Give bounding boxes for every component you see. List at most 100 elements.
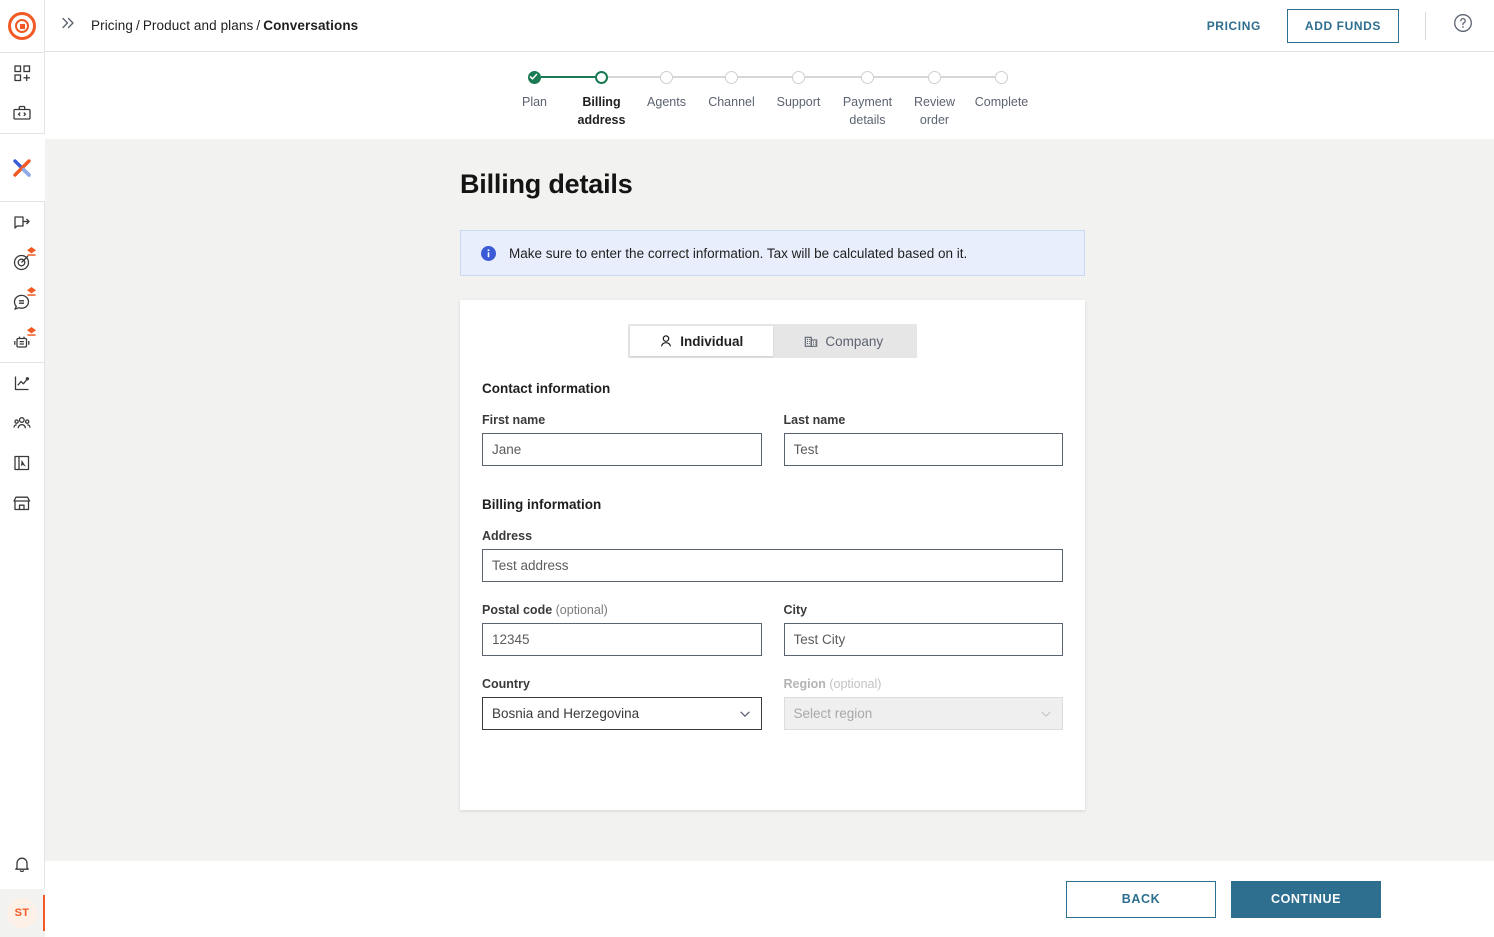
- stepper-step-payment-details: Payment details: [831, 68, 904, 129]
- sidebar-item-developer-toolbox[interactable]: [0, 93, 45, 133]
- country-select[interactable]: Bosnia and Herzegovina: [482, 697, 762, 730]
- continue-button[interactable]: CONTINUE: [1231, 880, 1381, 918]
- info-banner: Make sure to enter the correct informati…: [460, 230, 1085, 276]
- apps-add-icon: [13, 64, 32, 83]
- stepper-connector: [965, 76, 995, 78]
- stepper-node-row: [831, 68, 904, 86]
- checkout-stepper: Plan Billing address Agents Channel Support P…: [45, 52, 1494, 139]
- postal-code-optional-tag: (optional): [552, 603, 608, 617]
- sidebar-item-marketplace[interactable]: [0, 483, 45, 523]
- stepper-node-done[interactable]: [528, 70, 541, 84]
- stepper-node-row: [965, 68, 1038, 86]
- stepper-label: Channel: [708, 95, 755, 109]
- chevron-down-icon: [1039, 707, 1053, 721]
- stepper-step-billing-address[interactable]: Billing address: [567, 68, 636, 129]
- cursor-panel-icon: [12, 453, 32, 473]
- stepper-connector: [608, 76, 636, 78]
- stepper-step-complete: Complete: [965, 68, 1038, 129]
- sidebar-expand-toggle[interactable]: [45, 14, 91, 37]
- breadcrumb-item-conversations: Conversations: [263, 18, 359, 33]
- sidebar-item-livechat-x[interactable]: [0, 134, 45, 201]
- wizard-footer: BACK CONTINUE: [45, 861, 1494, 937]
- stepper-node-row: [635, 68, 698, 86]
- city-input[interactable]: [783, 623, 1063, 656]
- postal-code-field: Postal code (optional): [482, 603, 762, 656]
- tab-individual[interactable]: Individual: [630, 326, 773, 356]
- region-select: Select region: [783, 697, 1063, 730]
- name-row: First name Last name: [482, 413, 1063, 487]
- sidebar-item-apps-add[interactable]: [0, 53, 45, 93]
- first-name-field: First name: [482, 413, 762, 466]
- address-input[interactable]: [482, 549, 1063, 582]
- marketplace-store-icon: [12, 493, 32, 513]
- left-sidebar: ST: [0, 0, 45, 937]
- sidebar-item-chatbot[interactable]: [0, 322, 45, 362]
- top-bar: Pricing / Product and plans / Conversations …: [45, 0, 1494, 52]
- help-button[interactable]: [1452, 12, 1474, 39]
- sidebar-group-2: [0, 134, 45, 201]
- billing-details-card: Individual Company Contact information F…: [460, 300, 1085, 810]
- postal-code-input[interactable]: [482, 623, 762, 656]
- address-row: Address: [482, 529, 1063, 603]
- chevron-double-right-icon: [59, 14, 77, 37]
- analytics-chart-icon: [12, 373, 32, 393]
- last-name-label: Last name: [783, 413, 846, 427]
- sidebar-item-target-goal[interactable]: [0, 242, 45, 282]
- stepper-node-todo: [725, 70, 738, 84]
- sidebar-item-team[interactable]: [0, 403, 45, 443]
- last-name-field: Last name: [783, 413, 1063, 466]
- city-field: City: [783, 603, 1063, 656]
- pricing-link[interactable]: PRICING: [1207, 19, 1261, 33]
- user-avatar-cell[interactable]: ST: [0, 889, 45, 937]
- stepper-label: Billing address: [577, 95, 626, 127]
- sidebar-item-analytics[interactable]: [0, 363, 45, 403]
- notifications-bell-icon: [12, 854, 32, 879]
- stepper-connector: [738, 76, 766, 78]
- stepper-connector: [541, 76, 568, 78]
- billing-type-tabs: Individual Company: [628, 324, 917, 358]
- notification-badge: [26, 247, 36, 256]
- avatar: ST: [7, 898, 37, 928]
- stepper-node-row: [903, 68, 966, 86]
- address-field: Address: [482, 529, 1063, 582]
- sidebar-group-1: [0, 53, 45, 133]
- first-name-label: First name: [482, 413, 546, 427]
- stepper-step-agents: Agents: [635, 68, 698, 129]
- last-name-input[interactable]: [783, 433, 1063, 466]
- stepper-step-plan[interactable]: Plan: [502, 68, 568, 129]
- stepper-label: Complete: [974, 95, 1029, 109]
- stepper-node-row: [697, 68, 766, 86]
- stepper-node-current[interactable]: [595, 70, 608, 84]
- stepper-label: Agents: [647, 95, 686, 109]
- add-funds-button[interactable]: ADD FUNDS: [1286, 8, 1399, 43]
- country-field: Country Bosnia and Herzegovina: [482, 677, 762, 730]
- tab-company-label: Company: [825, 333, 884, 349]
- info-banner-text: Make sure to enter the correct informati…: [509, 245, 968, 261]
- app-logo[interactable]: [0, 0, 45, 52]
- sidebar-item-open-widget[interactable]: [0, 202, 45, 242]
- sidebar-item-chat[interactable]: [0, 282, 45, 322]
- city-label: City: [783, 603, 808, 617]
- sidebar-item-cursor-panel[interactable]: [0, 443, 45, 483]
- top-bar-actions: PRICING ADD FUNDS: [1207, 0, 1494, 51]
- stepper-label: Review order: [914, 95, 955, 127]
- stepper-label: Plan: [521, 95, 548, 109]
- billing-information-heading: Billing information: [482, 497, 602, 512]
- stepper-label: Payment details: [842, 95, 893, 127]
- breadcrumb-item-product-and-plans[interactable]: Product and plans: [143, 18, 254, 33]
- livechat-x-logo-icon: [9, 155, 35, 181]
- tab-company[interactable]: Company: [773, 326, 916, 356]
- stepper-step-channel: Channel: [697, 68, 766, 129]
- stepper-connector: [941, 76, 966, 78]
- first-name-input[interactable]: [482, 433, 762, 466]
- breadcrumb-item-pricing[interactable]: Pricing: [91, 18, 133, 33]
- contact-information-heading: Contact information: [482, 381, 611, 396]
- back-button[interactable]: BACK: [1066, 880, 1216, 918]
- page-title: Billing details: [460, 169, 633, 199]
- stepper-node-row: [567, 68, 636, 86]
- breadcrumb-separator: /: [135, 18, 140, 33]
- address-label: Address: [482, 529, 533, 543]
- stepper-node-todo: [861, 70, 874, 84]
- sidebar-item-notifications[interactable]: [0, 843, 45, 889]
- region-label: Region (optional): [783, 677, 882, 691]
